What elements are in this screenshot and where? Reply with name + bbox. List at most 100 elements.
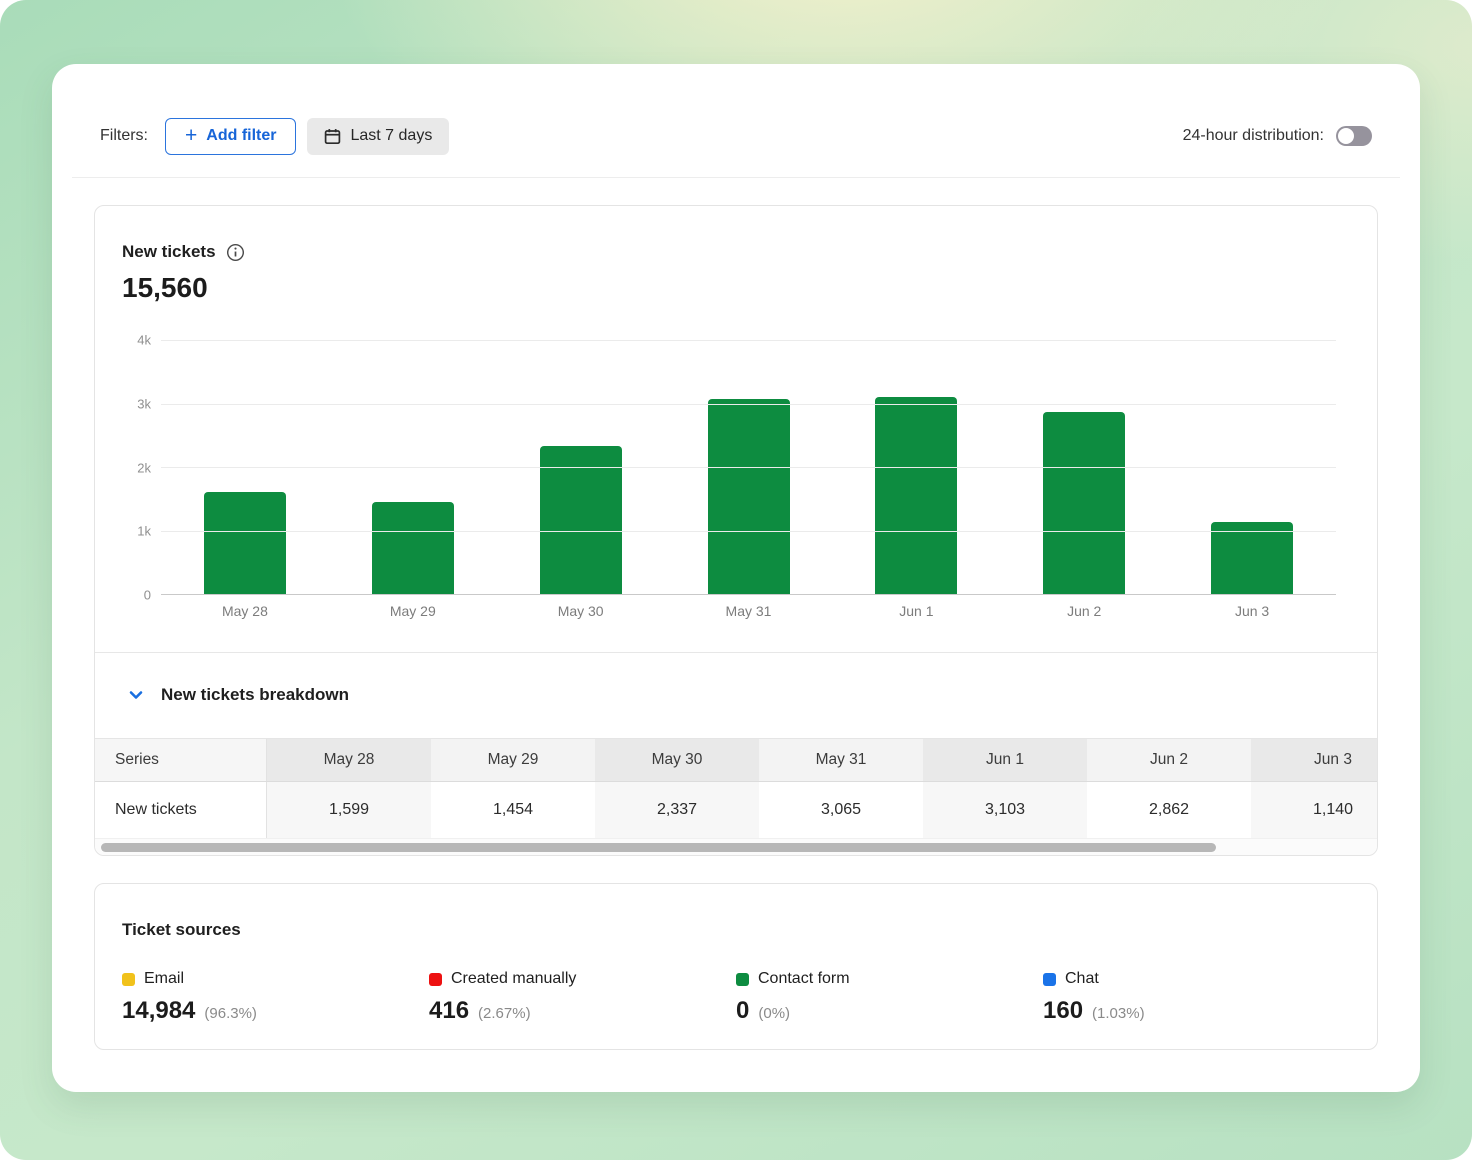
source-count: 160 — [1043, 997, 1083, 1025]
distribution-toggle[interactable] — [1336, 126, 1372, 146]
legend-swatch-icon — [122, 973, 135, 986]
source-count: 14,984 — [122, 997, 195, 1025]
bar-may-29[interactable] — [372, 502, 454, 594]
new-tickets-chart: 4k3k2k1k0 May 28May 29May 30May 31Jun 1J… — [122, 340, 1350, 640]
table-header-series: Series — [95, 739, 267, 781]
ticket-sources-title: Ticket sources — [122, 920, 1350, 940]
bar-may-31[interactable] — [708, 399, 790, 594]
filter-bar: Filters: + Add filter Last 7 days 24-hou… — [100, 117, 1372, 155]
source-label: Chat — [1065, 970, 1099, 988]
table-cell-value: 3,065 — [759, 782, 923, 838]
ticket-sources-panel: Ticket sources Email 14,984 (96.3%) Created… — [94, 883, 1378, 1050]
table-row: New tickets1,5991,4542,3373,0653,1032,86… — [95, 782, 1377, 838]
x-tick-label: May 30 — [497, 603, 665, 619]
source-legend: Contact form — [736, 970, 1043, 988]
dashboard-card: Filters: + Add filter Last 7 days 24-hou… — [52, 64, 1420, 1092]
y-tick-label: 2k — [137, 460, 151, 475]
source-values: 14,984 (96.3%) — [122, 997, 429, 1025]
chevron-down-icon — [128, 687, 144, 703]
gridline — [161, 404, 1336, 405]
table-header-may-30: May 30 — [595, 739, 759, 781]
plot-area — [161, 340, 1336, 595]
x-tick-label: May 28 — [161, 603, 329, 619]
header-divider — [72, 177, 1400, 178]
source-count: 0 — [736, 997, 749, 1025]
toggle-knob — [1338, 128, 1354, 144]
table-cell-value: 1,599 — [267, 782, 431, 838]
plus-icon: + — [185, 125, 197, 146]
bar-jun-1[interactable] — [875, 397, 957, 594]
gridline — [161, 340, 1336, 341]
filters-label: Filters: — [100, 127, 148, 145]
source-label: Created manually — [451, 970, 576, 988]
x-tick-label: May 31 — [665, 603, 833, 619]
panel-title: New tickets — [122, 242, 216, 262]
x-tick-label: Jun 3 — [1168, 603, 1336, 619]
source-item-email: Email 14,984 (96.3%) — [122, 970, 429, 1025]
ticket-sources-row: Email 14,984 (96.3%) Created manually 416 (2.… — [122, 970, 1350, 1025]
source-percent: (1.03%) — [1092, 1005, 1145, 1022]
table-header-may-31: May 31 — [759, 739, 923, 781]
x-tick-label: May 29 — [329, 603, 497, 619]
source-values: 416 (2.67%) — [429, 997, 736, 1025]
source-percent: (2.67%) — [478, 1005, 531, 1022]
source-count: 416 — [429, 997, 469, 1025]
date-range-label: Last 7 days — [350, 127, 432, 145]
table-header-jun-2: Jun 2 — [1087, 739, 1251, 781]
table-cell-row-label: New tickets — [95, 782, 267, 838]
y-tick-label: 0 — [144, 588, 151, 603]
source-values: 0 (0%) — [736, 997, 1043, 1025]
breakdown-table: SeriesMay 28May 29May 30May 31Jun 1Jun 2… — [95, 738, 1377, 838]
x-tick-label: Jun 2 — [1000, 603, 1168, 619]
table-cell-value: 1,454 — [431, 782, 595, 838]
source-item-contact-form: Contact form 0 (0%) — [736, 970, 1043, 1025]
add-filter-label: Add filter — [206, 127, 276, 145]
table-cell-value: 2,337 — [595, 782, 759, 838]
source-legend: Email — [122, 970, 429, 988]
source-percent: (96.3%) — [204, 1005, 257, 1022]
x-tick-label: Jun 1 — [832, 603, 1000, 619]
legend-swatch-icon — [1043, 973, 1056, 986]
distribution-label: 24-hour distribution: — [1183, 127, 1324, 145]
gridline — [161, 531, 1336, 532]
panel-header: New tickets 15,560 — [95, 206, 1377, 304]
legend-swatch-icon — [429, 973, 442, 986]
y-axis: 4k3k2k1k0 — [122, 340, 151, 595]
source-legend: Created manually — [429, 970, 736, 988]
bar-jun-2[interactable] — [1043, 412, 1125, 594]
table-header-jun-1: Jun 1 — [923, 739, 1087, 781]
source-legend: Chat — [1043, 970, 1350, 988]
y-tick-label: 4k — [137, 333, 151, 348]
info-icon[interactable] — [226, 243, 245, 262]
y-tick-label: 1k — [137, 524, 151, 539]
breakdown-toggle[interactable]: New tickets breakdown — [95, 653, 1377, 738]
y-tick-label: 3k — [137, 396, 151, 411]
table-cell-value: 2,862 — [1087, 782, 1251, 838]
gridline — [161, 467, 1336, 468]
table-cell-value: 3,103 — [923, 782, 1087, 838]
new-tickets-panel: New tickets 15,560 4k3k2k1k0 May 28May 2… — [94, 205, 1378, 856]
table-scrollbar[interactable] — [95, 838, 1377, 855]
source-values: 160 (1.03%) — [1043, 997, 1350, 1025]
table-header-row: SeriesMay 28May 29May 30May 31Jun 1Jun 2… — [95, 739, 1377, 782]
total-count: 15,560 — [122, 272, 1350, 304]
page-background: Filters: + Add filter Last 7 days 24-hou… — [0, 0, 1472, 1160]
table-header-may-29: May 29 — [431, 739, 595, 781]
breakdown-title: New tickets breakdown — [161, 685, 349, 705]
x-axis: May 28May 29May 30May 31Jun 1Jun 2Jun 3 — [161, 603, 1336, 619]
bar-jun-3[interactable] — [1211, 522, 1293, 594]
calendar-icon — [324, 128, 341, 145]
table-header-jun-3: Jun 3 — [1251, 739, 1377, 781]
bar-may-28[interactable] — [204, 492, 286, 594]
source-percent: (0%) — [758, 1005, 790, 1022]
source-item-created-manually: Created manually 416 (2.67%) — [429, 970, 736, 1025]
source-label: Contact form — [758, 970, 850, 988]
source-item-chat: Chat 160 (1.03%) — [1043, 970, 1350, 1025]
legend-swatch-icon — [736, 973, 749, 986]
date-range-button[interactable]: Last 7 days — [307, 118, 449, 155]
source-label: Email — [144, 970, 184, 988]
distribution-control: 24-hour distribution: — [1183, 126, 1372, 146]
table-cell-value: 1,140 — [1251, 782, 1377, 838]
scrollbar-thumb[interactable] — [101, 843, 1216, 852]
add-filter-button[interactable]: + Add filter — [165, 118, 296, 155]
